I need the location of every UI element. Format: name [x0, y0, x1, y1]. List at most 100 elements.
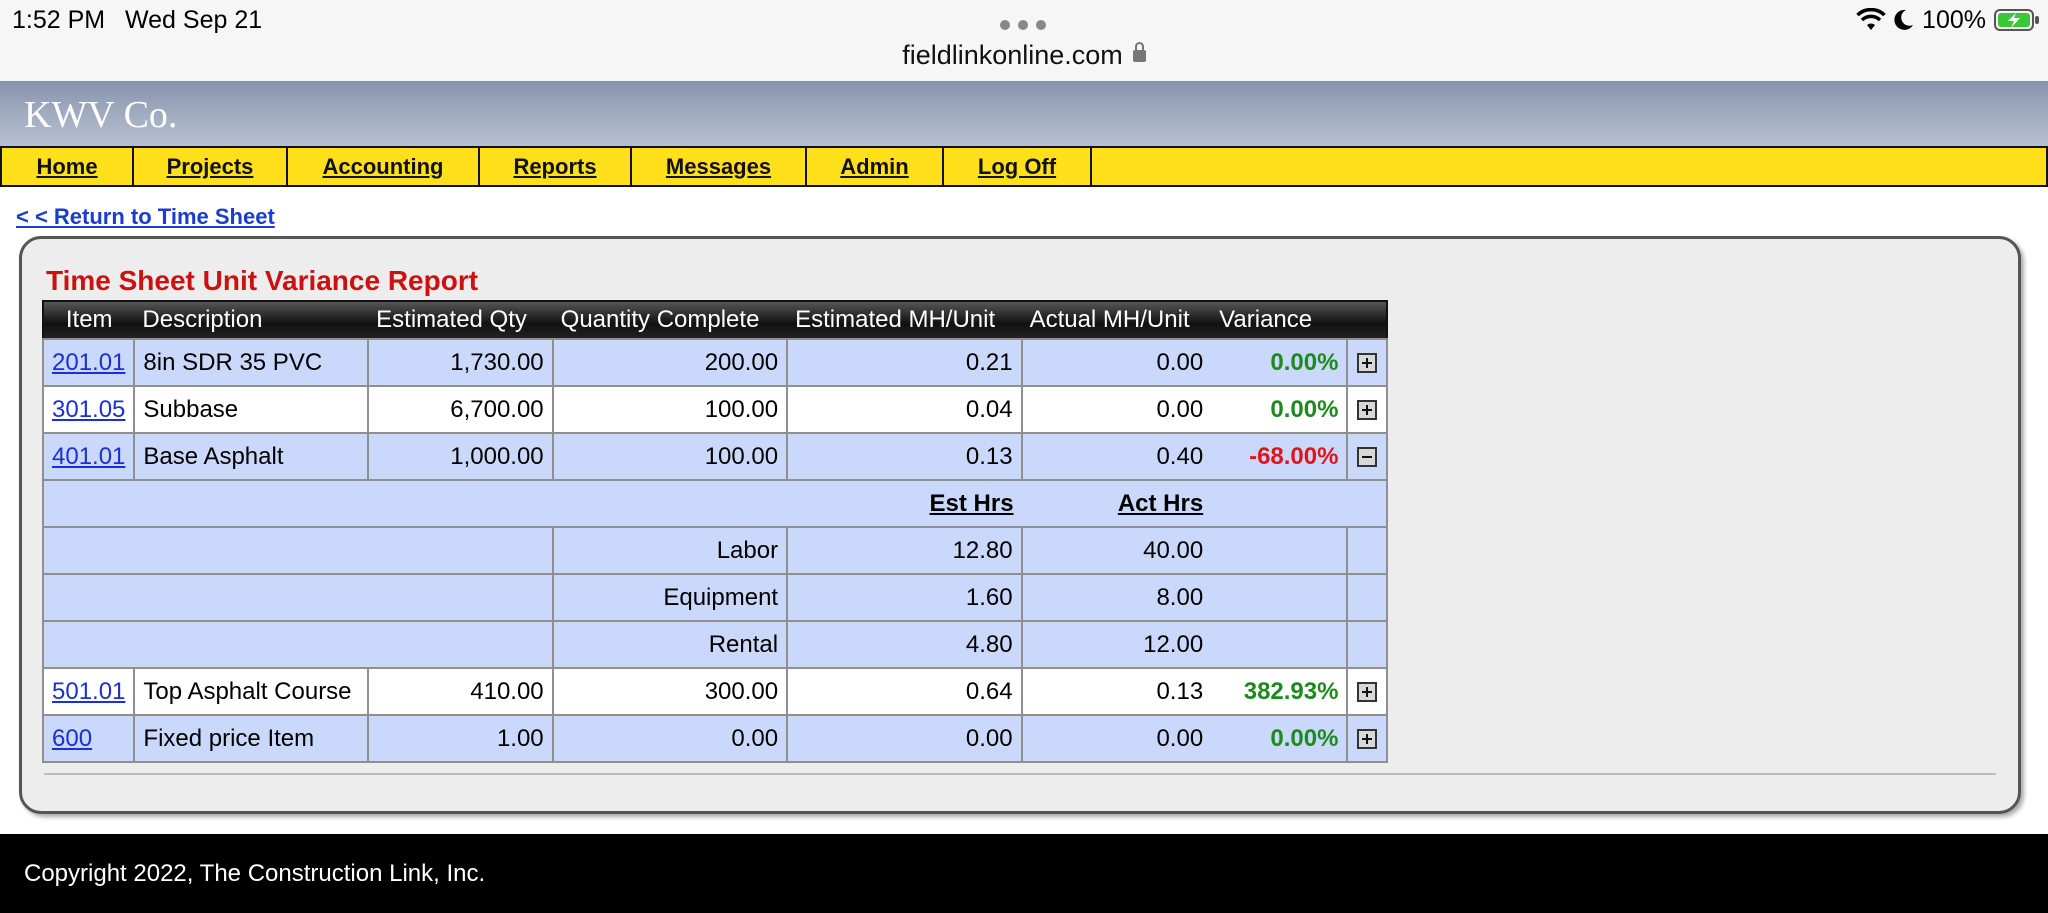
detail-spacer — [1211, 526, 1349, 575]
variance-table: Item Description Estimated Qty Quantity … — [41, 300, 1388, 763]
item-link[interactable]: 401.01 — [52, 443, 125, 470]
description-cell: Fixed price Item — [133, 714, 370, 763]
status-bar: 1:52 PM Wed Sep 21 100% fieldlinkonline.… — [0, 0, 2048, 81]
act-mh-unit-cell: 0.00 — [1020, 385, 1212, 434]
main-nav: Home Projects Accounting Reports Message… — [0, 146, 2048, 187]
report-title: Time Sheet Unit Variance Report — [46, 265, 479, 296]
toggle-cell — [1346, 385, 1388, 434]
expand-plus-icon[interactable] — [1357, 729, 1378, 750]
variance-cell: 0.00% — [1211, 714, 1349, 763]
act-mh-unit-cell: 0.00 — [1020, 338, 1212, 387]
detail-spacer — [42, 526, 554, 575]
col-actual-mh-unit: Actual MH/Unit — [1021, 301, 1212, 339]
detail-spacer — [1211, 620, 1349, 669]
qty-complete-cell: 100.00 — [551, 385, 789, 434]
qty-complete-cell: 200.00 — [551, 338, 789, 387]
col-estimated-mh-unit: Estimated MH/Unit — [787, 301, 1022, 339]
battery-charging-icon — [1994, 9, 2039, 31]
copyright-text: Copyright 2022, The Construction Link, I… — [24, 860, 486, 887]
detail-est-hrs: 12.80 — [786, 526, 1023, 575]
table-row: 501.01 Top Asphalt Course 410.00 300.00 … — [41, 667, 1388, 716]
expand-plus-icon[interactable] — [1357, 682, 1378, 703]
detail-label: Rental — [551, 620, 789, 669]
est-hrs-label: Est Hrs — [929, 489, 1014, 517]
detail-spacer — [42, 573, 554, 622]
variance-cell: -68.00% — [1211, 432, 1349, 481]
qty-complete-cell: 0.00 — [551, 714, 789, 763]
detail-spacer — [1346, 526, 1388, 575]
expand-plus-icon[interactable] — [1357, 400, 1378, 421]
toggle-cell — [1346, 667, 1388, 716]
detail-act-hrs: 40.00 — [1020, 526, 1212, 575]
detail-spacer — [1346, 620, 1388, 669]
address-bar[interactable]: fieldlinkonline.com — [0, 40, 2048, 71]
multitasking-dots-icon[interactable] — [1000, 20, 1046, 30]
item-link[interactable]: 600 — [52, 725, 92, 752]
moon-icon — [1894, 9, 1914, 30]
description-cell: 8in SDR 35 PVC — [133, 338, 370, 387]
table-row: 301.05 Subbase 6,700.00 100.00 0.04 0.00… — [41, 385, 1388, 434]
variance-cell: 0.00% — [1211, 385, 1349, 434]
item-cell: 401.01 — [41, 432, 136, 481]
qty-complete-cell: 100.00 — [551, 432, 789, 481]
item-cell: 501.01 — [41, 667, 136, 716]
nav-home[interactable]: Home — [2, 148, 134, 185]
detail-row: Labor 12.80 40.00 — [42, 526, 1388, 575]
est-hrs-header: Est Hrs — [787, 479, 1022, 528]
url-text: fieldlinkonline.com — [902, 40, 1123, 70]
description-cell: Base Asphalt — [133, 432, 370, 481]
col-estimated-qty: Estimated Qty — [368, 301, 553, 339]
nav-messages[interactable]: Messages — [632, 148, 807, 185]
nav-reports[interactable]: Reports — [480, 148, 632, 185]
detail-spacer — [41, 479, 788, 528]
detail-label: Labor — [551, 526, 789, 575]
table-row: 600 Fixed price Item 1.00 0.00 0.00 0.00… — [41, 714, 1388, 763]
table-header-row: Item Description Estimated Qty Quantity … — [43, 301, 1387, 339]
detail-act-hrs: 12.00 — [1020, 620, 1212, 669]
act-mh-unit-cell: 0.13 — [1020, 667, 1212, 716]
detail-header-row: Est Hrs Act Hrs — [41, 479, 1388, 528]
detail-est-hrs: 1.60 — [786, 573, 1023, 622]
company-name: KWV Co. — [24, 94, 178, 136]
qty-complete-cell: 300.00 — [551, 667, 789, 716]
item-cell: 301.05 — [41, 385, 136, 434]
lock-icon — [1132, 42, 1146, 62]
item-cell: 201.01 — [41, 338, 136, 387]
toggle-cell — [1346, 338, 1388, 387]
toggle-cell — [1346, 432, 1388, 481]
nav-accounting[interactable]: Accounting — [288, 148, 480, 185]
detail-spacer — [1211, 573, 1349, 622]
act-mh-unit-cell: 0.00 — [1020, 714, 1212, 763]
variance-cell: 0.00% — [1211, 338, 1349, 387]
est-mh-unit-cell: 0.21 — [786, 338, 1023, 387]
detail-row: Equipment 1.60 8.00 — [42, 573, 1388, 622]
status-date: Wed Sep 21 — [125, 6, 263, 34]
item-cell: 600 — [41, 714, 136, 763]
item-link[interactable]: 201.01 — [52, 349, 125, 376]
variance-cell: 382.93% — [1211, 667, 1349, 716]
nav-admin[interactable]: Admin — [807, 148, 944, 185]
nav-log-off[interactable]: Log Off — [944, 148, 1092, 185]
detail-label: Equipment — [551, 573, 789, 622]
detail-spacer — [1211, 479, 1388, 528]
site-header: KWV Co. — [0, 81, 2048, 146]
est-qty-cell: 6,700.00 — [367, 385, 554, 434]
col-quantity-complete: Quantity Complete — [552, 301, 788, 339]
toggle-cell — [1346, 714, 1388, 763]
status-time: 1:52 PM — [12, 6, 106, 34]
nav-projects[interactable]: Projects — [134, 148, 288, 185]
expand-plus-icon[interactable] — [1357, 353, 1378, 374]
detail-row: Rental 4.80 12.00 — [42, 620, 1388, 669]
detail-spacer — [42, 620, 554, 669]
item-link[interactable]: 501.01 — [52, 678, 125, 705]
collapse-minus-icon[interactable] — [1357, 447, 1378, 468]
est-mh-unit-cell: 0.13 — [786, 432, 1023, 481]
table-row: 201.01 8in SDR 35 PVC 1,730.00 200.00 0.… — [41, 338, 1388, 387]
est-qty-cell: 1,000.00 — [367, 432, 554, 481]
page-footer: Copyright 2022, The Construction Link, I… — [0, 834, 2048, 913]
description-cell: Subbase — [133, 385, 370, 434]
wifi-icon — [1856, 8, 1886, 30]
est-mh-unit-cell: 0.00 — [786, 714, 1023, 763]
item-link[interactable]: 301.05 — [52, 396, 125, 423]
return-to-time-sheet-link[interactable]: < < Return to Time Sheet — [16, 204, 275, 230]
